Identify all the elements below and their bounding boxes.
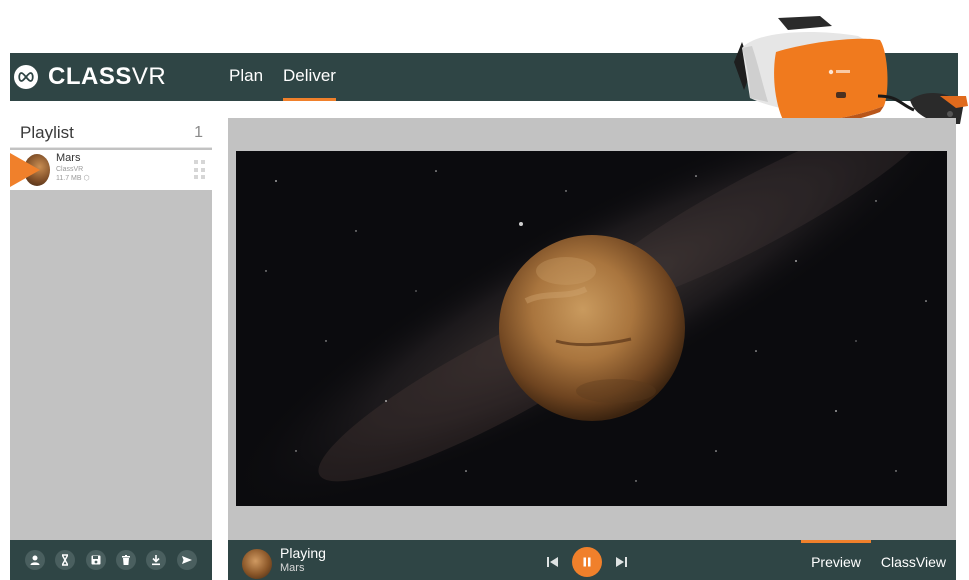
playback-controls — [546, 547, 628, 577]
cube-icon: ⬡ — [83, 175, 90, 182]
item-source: ClassVR — [56, 166, 84, 173]
playlist-header: Playlist 1 — [10, 118, 212, 148]
video-preview[interactable] — [236, 151, 947, 506]
logo-text-bold: CLASS — [48, 63, 132, 90]
send-icon[interactable] — [176, 550, 197, 570]
main-content — [228, 118, 956, 540]
item-size: 11.7 MB ⬡ — [56, 175, 90, 182]
main-nav: Plan Deliver — [229, 53, 356, 101]
infinity-icon — [14, 65, 38, 89]
playlist-item-text: Mars ClassVR 11.7 MB ⬡ — [56, 152, 90, 183]
user-icon[interactable] — [25, 550, 46, 570]
save-icon[interactable] — [85, 550, 106, 570]
tab-plan[interactable]: Plan — [229, 53, 263, 101]
item-size-text: 11.7 MB — [56, 175, 82, 182]
player-bar: Playing Mars Preview ClassView — [228, 540, 956, 580]
item-name: Mars — [56, 152, 81, 164]
playlist-count: 1 — [194, 123, 203, 141]
tab-classview[interactable]: ClassView — [871, 540, 956, 580]
pause-icon[interactable] — [572, 547, 602, 577]
playlist-panel: Playlist 1 Mars ClassVR 11.7 MB ⬡ — [10, 118, 212, 540]
drag-handle-icon[interactable] — [194, 160, 206, 180]
vr-headset-image — [728, 12, 969, 130]
hourglass-icon[interactable] — [55, 550, 76, 570]
tab-preview[interactable]: Preview — [801, 540, 871, 580]
skip-next-icon[interactable] — [614, 555, 628, 569]
tab-deliver[interactable]: Deliver — [283, 53, 336, 101]
trash-icon[interactable] — [116, 550, 137, 570]
playlist-toolbar — [10, 540, 212, 580]
playlist-item-mars[interactable]: Mars ClassVR 11.7 MB ⬡ — [10, 150, 212, 190]
now-playing-marker — [10, 153, 40, 187]
skip-previous-icon[interactable] — [546, 555, 560, 569]
logo-text-light: VR — [131, 63, 167, 90]
app-window: CLASSVR Plan Deliver Playlist 1 Mars Cla… — [0, 0, 969, 580]
download-icon[interactable] — [146, 550, 167, 570]
playback-status: Playing — [280, 545, 326, 561]
playlist-title: Playlist — [20, 122, 74, 142]
now-playing-info: Playing Mars — [280, 546, 326, 574]
view-tabs: Preview ClassView — [801, 540, 956, 580]
now-playing-title: Mars — [280, 562, 305, 574]
classvr-logo: CLASSVR — [14, 62, 166, 92]
now-playing-thumbnail — [242, 549, 272, 579]
